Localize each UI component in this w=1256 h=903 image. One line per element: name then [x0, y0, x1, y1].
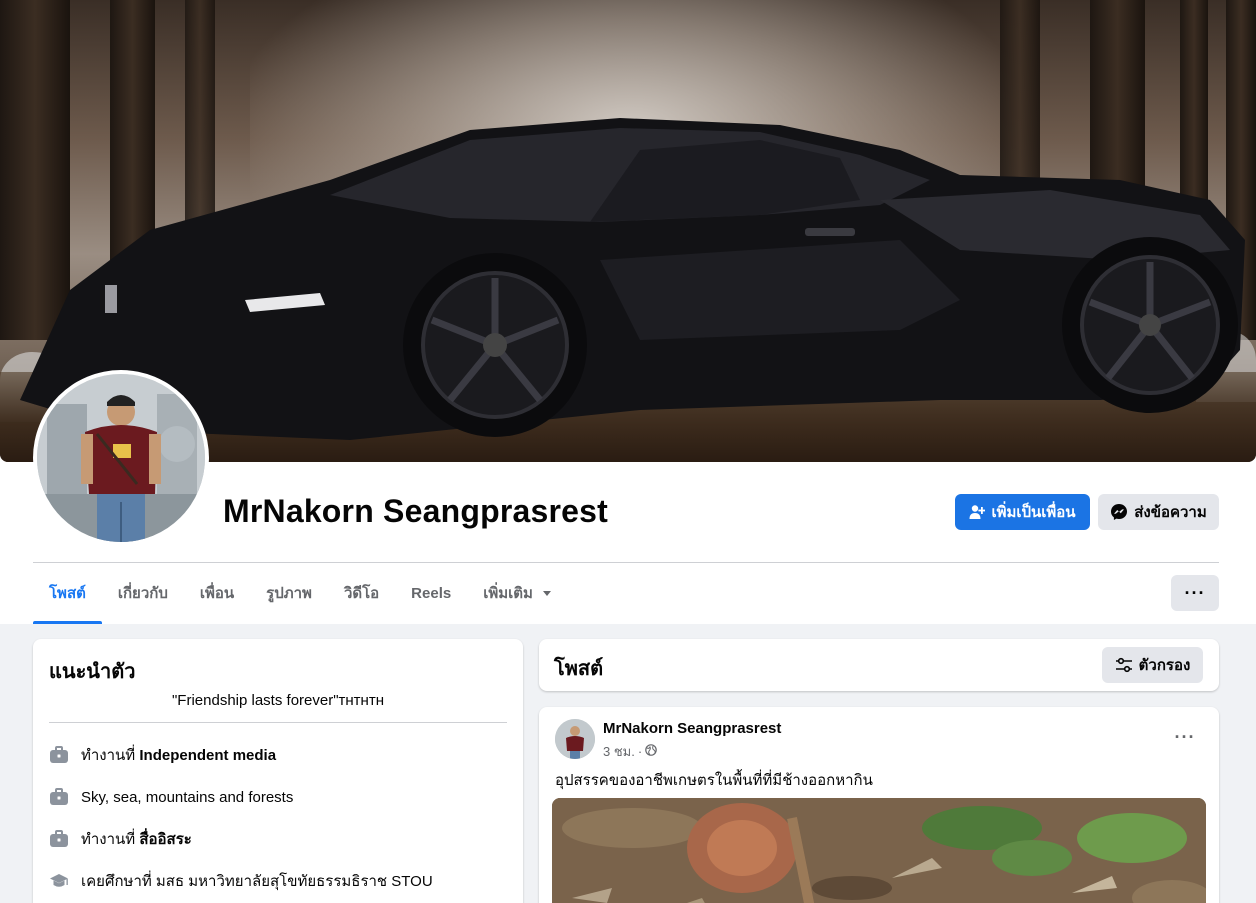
tab-label: รูปภาพ: [266, 585, 312, 602]
tab-reels[interactable]: Reels: [395, 563, 467, 623]
caret-down-icon: [542, 590, 551, 596]
briefcase-icon: [49, 829, 69, 849]
intro-item-work[interactable]: ทำงานที่ สื่ออิสระ: [49, 827, 507, 851]
filter-button[interactable]: ตัวกรอง: [1102, 647, 1203, 683]
cover-photo[interactable]: [0, 0, 1256, 462]
person-photo: [37, 374, 205, 542]
meta-separator: ·: [637, 744, 643, 759]
intro-divider: [49, 722, 507, 723]
intro-item-text: เคยศึกษาที่ มสธ มหาวิทยาลัยสุโขทัยธรรมธิ…: [81, 873, 433, 890]
tab-videos[interactable]: วิดีโอ: [328, 563, 395, 623]
briefcase-icon: [49, 745, 69, 765]
post-author-avatar[interactable]: [555, 719, 595, 759]
tab-label: วิดีโอ: [343, 585, 380, 602]
briefcase-icon: [49, 787, 69, 807]
intro-title: แนะนำตัว: [49, 661, 136, 683]
tab-label: เพิ่มเติม: [483, 585, 533, 602]
intro-item-text: ทำงานที่ สื่ออิสระ: [81, 831, 192, 848]
post-text: อุปสรรคของอาชีพเกษตรในพื้นที่ที่มีช้างออ…: [555, 772, 873, 789]
filter-label: ตัวกรอง: [1138, 657, 1191, 674]
post-card: MrNakorn Seangprasrest 3 ชม. · ··· อุปสร…: [539, 707, 1219, 903]
add-friend-label: เพิ่มเป็นเพื่อน: [991, 504, 1076, 521]
post-timestamp[interactable]: 3 ชม.: [603, 741, 635, 762]
tab-label: เกี่ยวกับ: [117, 585, 168, 602]
post-photo-ground: [552, 798, 1206, 903]
profile-name: MrNakorn Seangprasrest: [223, 493, 608, 529]
intro-item-work[interactable]: ทำงานที่ Independent media: [49, 743, 507, 767]
tab-posts[interactable]: โพสต์: [33, 563, 102, 624]
tab-about[interactable]: เกี่ยวกับ: [102, 563, 184, 623]
post-meta: 3 ชม. ·: [603, 741, 658, 762]
graduation-cap-icon: [49, 871, 69, 891]
globe-icon: [645, 744, 658, 759]
message-label: ส่งข้อความ: [1134, 504, 1207, 521]
add-friend-button[interactable]: เพิ่มเป็นเพื่อน: [955, 494, 1090, 530]
tab-more[interactable]: เพิ่มเติม: [467, 563, 567, 623]
posts-header-card: โพสต์ ตัวกรอง: [539, 639, 1219, 691]
profile-picture[interactable]: [33, 370, 209, 546]
tab-label: Reels: [411, 584, 452, 602]
post-more-button[interactable]: ···: [1169, 725, 1201, 749]
tab-label: โพสต์: [49, 585, 86, 602]
post-image[interactable]: [552, 798, 1206, 903]
intro-item-work[interactable]: Sky, sea, mountains and forests: [49, 785, 507, 809]
message-button[interactable]: ส่งข้อความ: [1098, 494, 1219, 530]
add-friend-icon: [969, 505, 986, 519]
intro-bio: "Friendship lasts forever"ᴛʜᴛʜᴛʜ: [171, 692, 384, 709]
intro-item-education[interactable]: เคยศึกษาที่ มสธ มหาวิทยาลัยสุโขทัยธรรมธิ…: [49, 869, 507, 893]
filter-sliders-icon: [1115, 657, 1132, 673]
tab-photos[interactable]: รูปภาพ: [250, 563, 328, 623]
profile-tabs: โพสต์ เกี่ยวกับ เพื่อน รูปภาพ วิดีโอ Ree…: [33, 563, 567, 624]
tab-label: เพื่อน: [199, 585, 235, 602]
profile-header: MrNakorn Seangprasrest เพิ่มเป็นเพื่อน ส…: [0, 0, 1256, 624]
intro-card: แนะนำตัว "Friendship lasts forever"ᴛʜᴛʜᴛ…: [33, 639, 523, 903]
intro-item-text: Sky, sea, mountains and forests: [81, 788, 294, 806]
sports-car-image: [20, 118, 1245, 440]
messenger-icon: [1111, 504, 1128, 520]
posts-title: โพสต์: [554, 658, 604, 680]
post-author-name[interactable]: MrNakorn Seangprasrest: [603, 720, 781, 737]
profile-more-button[interactable]: ···: [1171, 575, 1219, 611]
tab-friends[interactable]: เพื่อน: [184, 563, 250, 623]
intro-item-text: ทำงานที่ Independent media: [81, 747, 277, 764]
